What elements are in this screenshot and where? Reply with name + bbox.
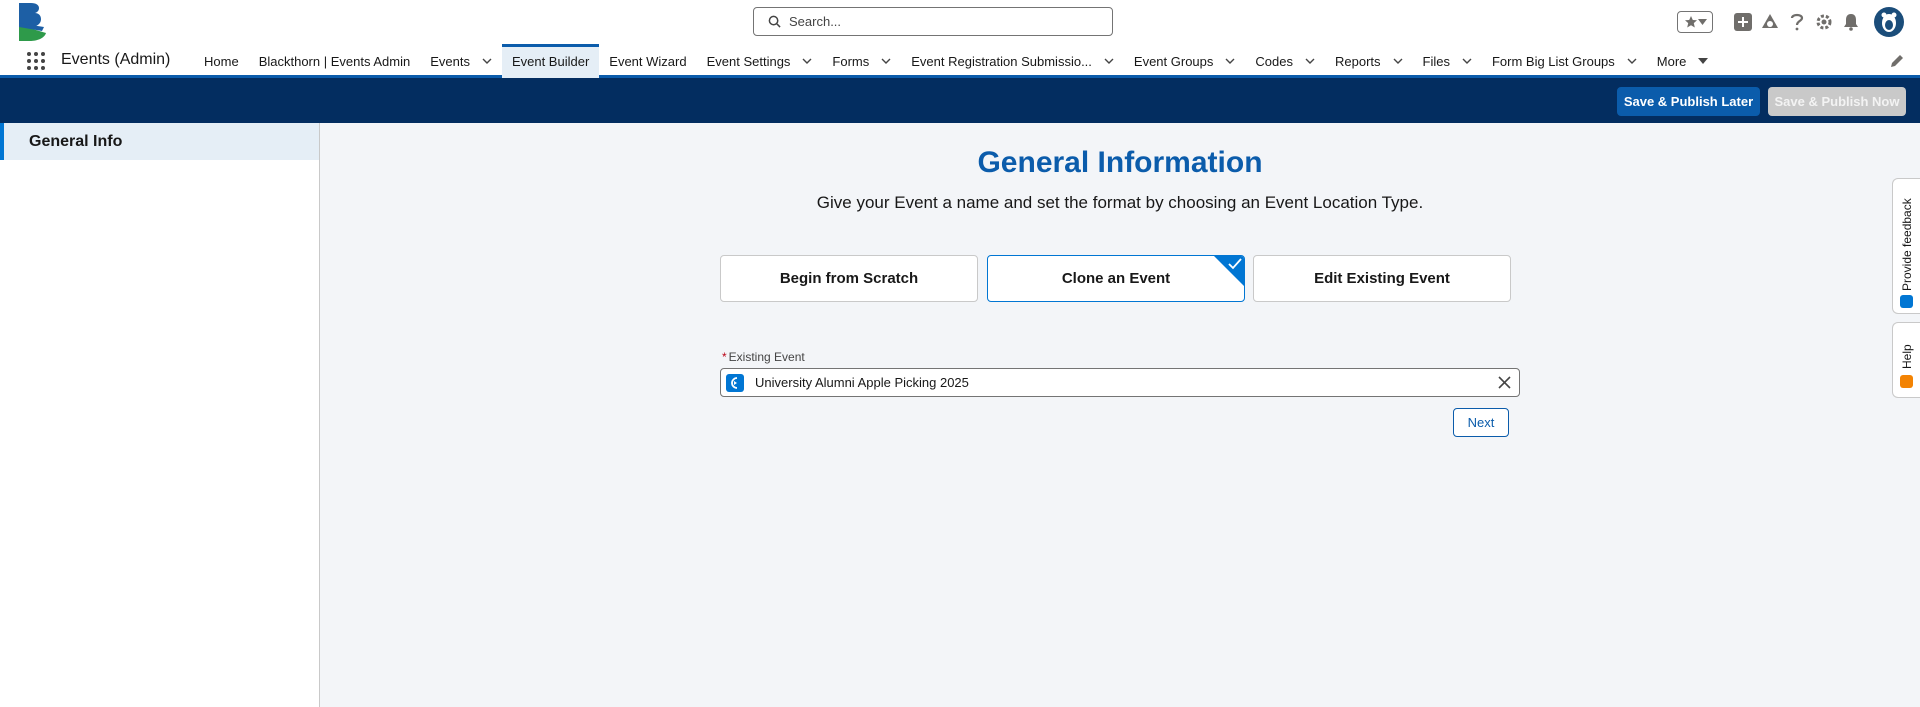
nav-tab-codes[interactable]: Codes xyxy=(1245,44,1325,78)
company-logo[interactable] xyxy=(16,3,50,41)
nav-tab-reports[interactable]: Reports xyxy=(1325,44,1413,78)
nav-tab-label: Event Groups xyxy=(1133,53,1214,69)
checkmark-icon xyxy=(1228,258,1242,270)
chevron-down-icon[interactable] xyxy=(1697,19,1707,25)
nav-tab-label: Files xyxy=(1422,53,1450,69)
sidebar-item-general-info[interactable]: General Info xyxy=(0,123,319,160)
chevron-down-icon[interactable] xyxy=(482,58,492,64)
required-marker: * xyxy=(722,350,727,364)
nav-tab-label: Event Builder xyxy=(511,53,590,69)
nav-tab-event-registration-submissio[interactable]: Event Registration Submissio... xyxy=(901,44,1124,78)
existing-event-label-text: Existing Event xyxy=(728,350,805,364)
nav-tab-label: Form Big List Groups xyxy=(1491,53,1615,69)
nav-tab-label: Event Wizard xyxy=(609,53,687,69)
chevron-down-icon[interactable] xyxy=(802,58,812,64)
chevron-down-icon[interactable] xyxy=(1627,58,1637,64)
nav-tab-form-big-list-groups[interactable]: Form Big List Groups xyxy=(1482,44,1647,78)
nav-tab-label: Event Registration Submissio... xyxy=(911,53,1092,69)
help-badge-icon xyxy=(1900,375,1913,388)
nav-tab-home[interactable]: Home xyxy=(194,44,249,78)
nav-tab-events[interactable]: Events xyxy=(420,44,502,78)
nav-tab-label: More xyxy=(1656,53,1687,69)
chevron-down-icon[interactable] xyxy=(1104,58,1114,64)
user-avatar[interactable] xyxy=(1874,7,1904,37)
choice-label: Edit Existing Event xyxy=(1314,270,1450,287)
trailhead-guidance-icon[interactable] xyxy=(1759,11,1781,33)
existing-event-label: * Existing Event xyxy=(722,350,805,364)
help-icon[interactable] xyxy=(1786,11,1808,33)
nav-tabs: Home Blackthorn | Events Admin Events Event… xyxy=(194,44,1718,78)
help-tab[interactable]: Help xyxy=(1892,322,1920,398)
nav-tab-label: Home xyxy=(204,53,239,69)
app-launcher-icon[interactable] xyxy=(27,52,45,70)
app-navigation-bar: Events (Admin) Home Blackthorn | Events A… xyxy=(0,44,1920,78)
page-subtitle: Give your Event a name and set the forma… xyxy=(816,193,1424,212)
header-utility-icons xyxy=(1677,7,1904,37)
chevron-down-icon[interactable] xyxy=(1462,58,1472,64)
save-publish-now-button[interactable]: Save & Publish Now xyxy=(1768,87,1906,116)
choice-label: Begin from Scratch xyxy=(779,270,919,287)
existing-event-value: University Alumni Apple Picking 2025 xyxy=(755,375,969,390)
next-button[interactable]: Next xyxy=(1453,408,1509,437)
nav-tab-label: Forms xyxy=(832,53,870,69)
nav-tab-forms[interactable]: Forms xyxy=(822,44,901,78)
global-header: Search... xyxy=(0,0,1920,44)
nav-tab-more[interactable]: More xyxy=(1647,44,1719,78)
chevron-down-icon[interactable] xyxy=(881,58,891,64)
search-placeholder: Search... xyxy=(789,14,842,29)
feedback-icon xyxy=(1900,295,1913,308)
nav-tab-event-groups[interactable]: Event Groups xyxy=(1124,44,1246,78)
global-actions-add-icon[interactable] xyxy=(1732,11,1754,33)
nav-tab-label: Blackthorn | Events Admin xyxy=(258,53,411,69)
edit-existing-event-option[interactable]: Edit Existing Event xyxy=(1253,255,1511,302)
edit-nav-pencil-icon[interactable] xyxy=(1890,54,1904,68)
main-content: General Information Give your Event a na… xyxy=(320,123,1920,707)
nav-tab-label: Event Settings xyxy=(706,53,791,69)
global-search[interactable]: Search... xyxy=(753,7,1113,36)
chevron-down-icon[interactable] xyxy=(1698,58,1709,64)
chevron-down-icon[interactable] xyxy=(1393,58,1403,64)
clear-selection-close-icon[interactable] xyxy=(1498,376,1511,389)
nav-tab-label: Reports xyxy=(1334,53,1381,69)
choice-label: Clone an Event xyxy=(1061,270,1171,287)
provide-feedback-label: Provide feedback xyxy=(1900,198,1914,291)
chevron-down-icon[interactable] xyxy=(1225,58,1235,64)
provide-feedback-tab[interactable]: Provide feedback xyxy=(1892,178,1920,314)
save-publish-later-button[interactable]: Save & Publish Later xyxy=(1617,87,1760,116)
help-label: Help xyxy=(1900,344,1914,369)
search-icon xyxy=(768,15,781,28)
existing-event-lookup[interactable]: University Alumni Apple Picking 2025 xyxy=(720,368,1520,397)
nav-tab-label: Codes xyxy=(1255,53,1293,69)
page-title: General Information xyxy=(977,146,1263,179)
begin-from-scratch-option[interactable]: Begin from Scratch xyxy=(720,255,978,302)
event-record-icon xyxy=(726,373,744,392)
builder-action-bar: Save & Publish Later Save & Publish Now xyxy=(0,78,1920,123)
nav-tab-files[interactable]: Files xyxy=(1413,44,1482,78)
notifications-bell-icon[interactable] xyxy=(1840,11,1862,33)
builder-sidebar: General Info xyxy=(0,123,320,707)
star-icon xyxy=(1684,16,1697,28)
app-name: Events (Admin) xyxy=(61,51,171,68)
setup-gear-icon[interactable] xyxy=(1813,11,1835,33)
nav-tab-event-builder[interactable]: Event Builder xyxy=(501,44,600,78)
chevron-down-icon[interactable] xyxy=(1305,58,1315,64)
clone-an-event-option[interactable]: Clone an Event xyxy=(987,255,1245,302)
nav-tab-label: Events xyxy=(430,53,470,69)
nav-tab-blackthorn-events-admin[interactable]: Blackthorn | Events Admin xyxy=(249,44,421,78)
nav-tab-event-settings[interactable]: Event Settings xyxy=(697,44,823,78)
favorites-button[interactable] xyxy=(1677,11,1713,33)
nav-tab-event-wizard[interactable]: Event Wizard xyxy=(599,44,696,78)
